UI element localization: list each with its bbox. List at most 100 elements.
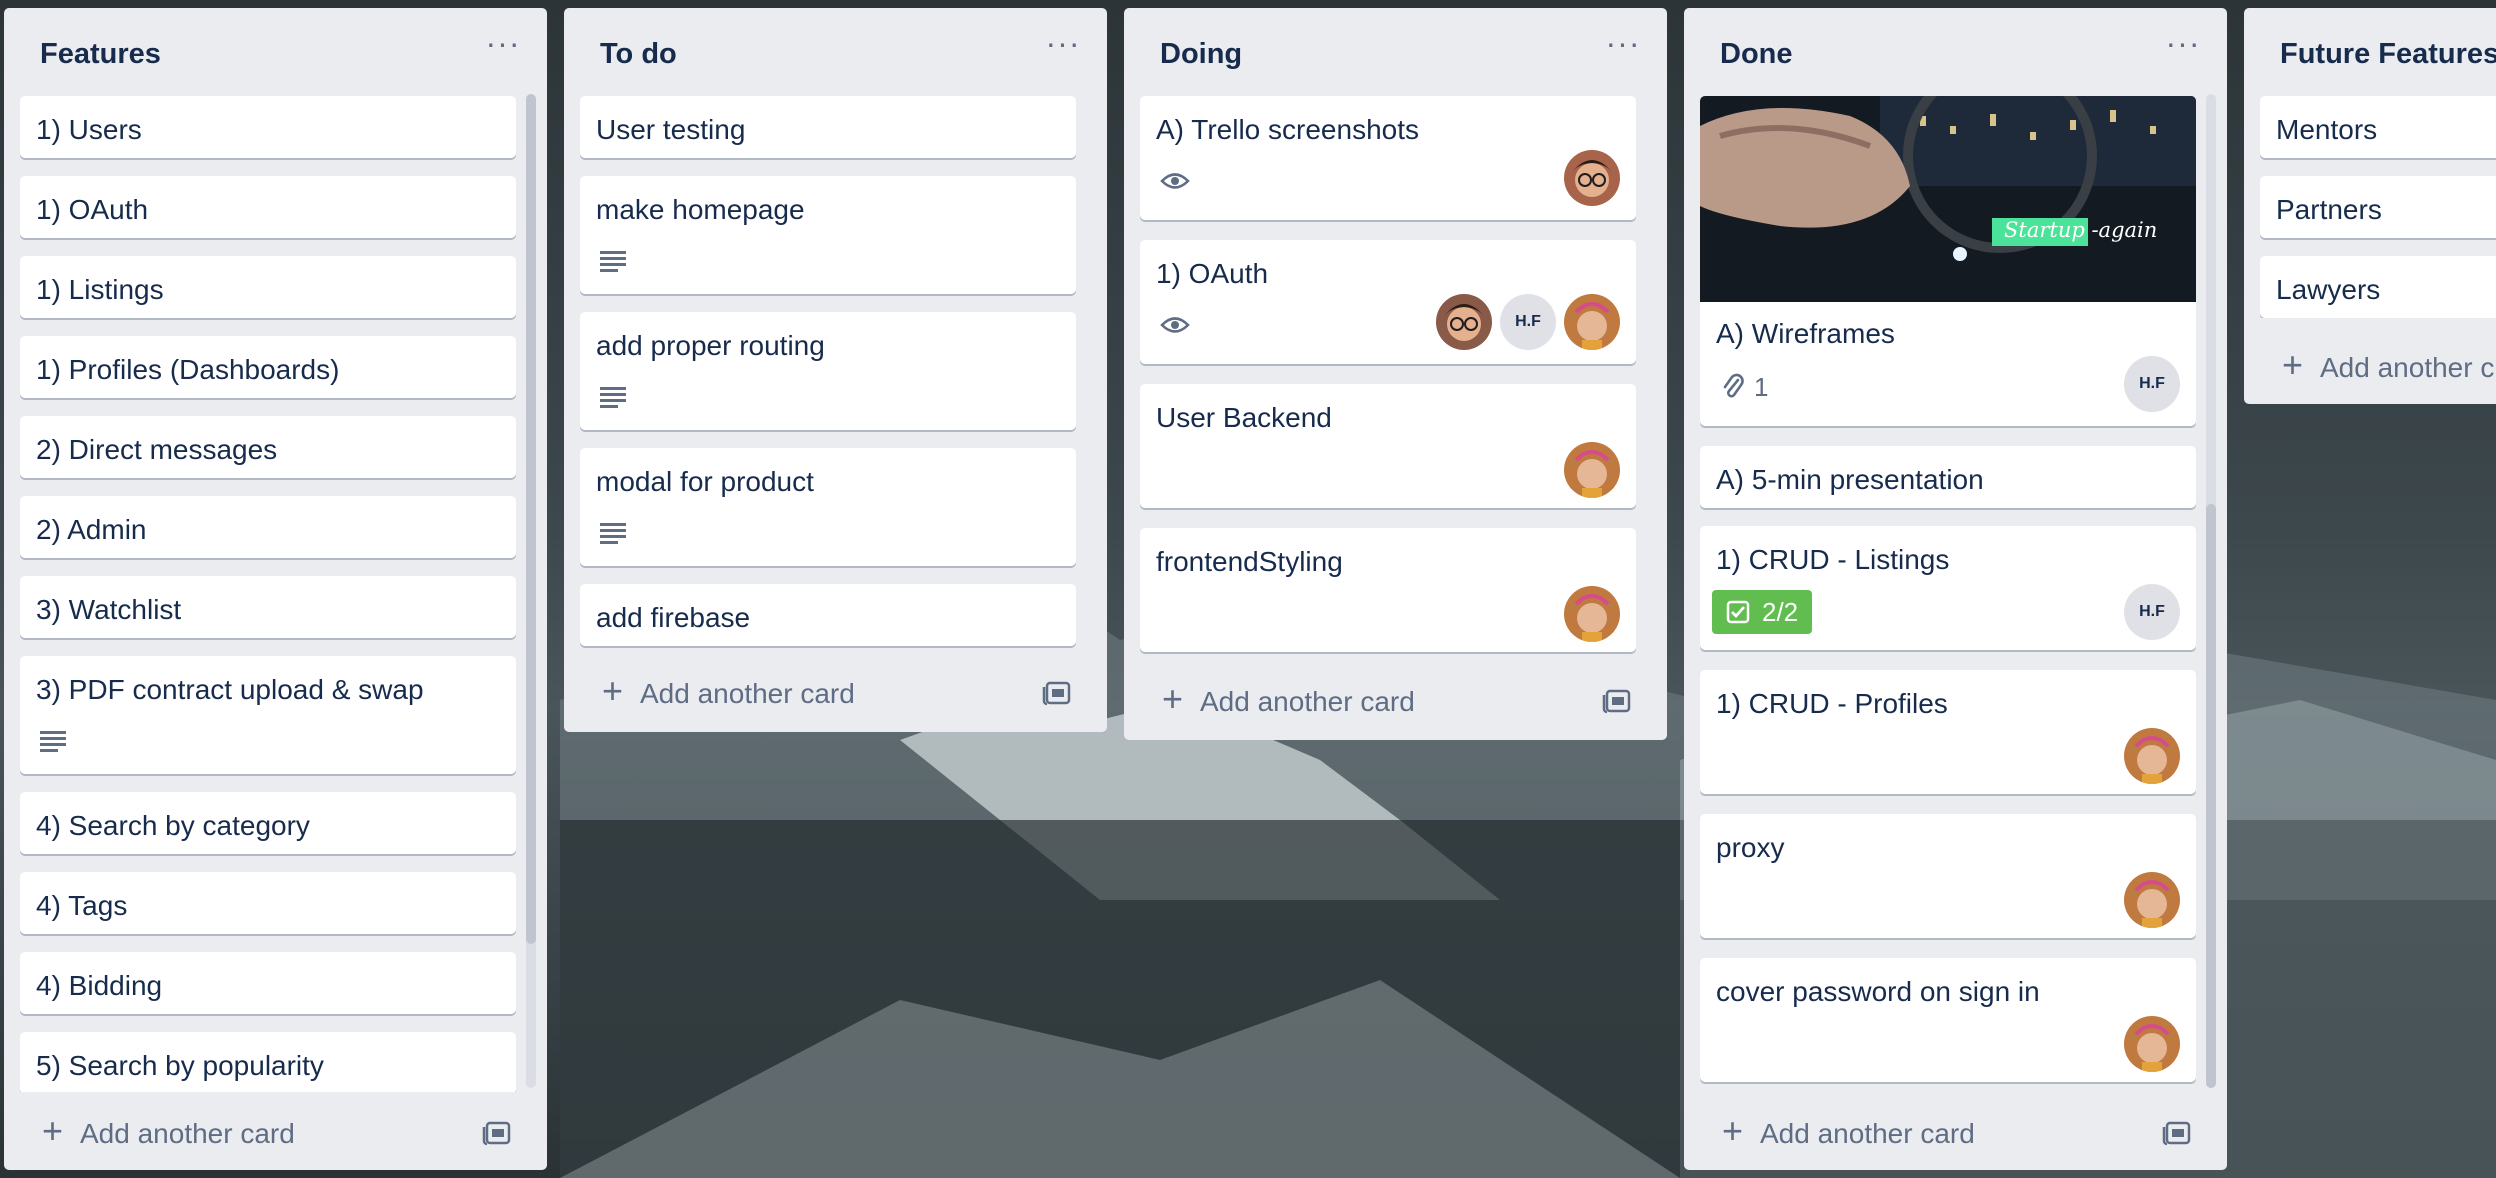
menu-dots-icon[interactable]: ···	[1041, 27, 1085, 72]
list-done: Done ··· Startup -again A) Wireframes 1 …	[1684, 8, 2227, 1170]
avatar[interactable]	[1436, 294, 1492, 350]
card[interactable]: A) 5-min presentation	[1700, 446, 2196, 508]
plus-icon: +	[602, 670, 624, 711]
card[interactable]: Mentors	[2260, 96, 2496, 158]
attachment-count: 1	[1754, 372, 1769, 402]
template-icon[interactable]	[482, 1118, 512, 1146]
list-title[interactable]: To do	[600, 38, 677, 71]
card[interactable]: add firebase	[580, 584, 1076, 646]
menu-dots-icon[interactable]: ···	[481, 27, 525, 72]
card-title: 1) CRUD - Profiles	[1716, 688, 1948, 719]
list-header: Doing ···	[1124, 8, 1667, 86]
avatar[interactable]	[1564, 150, 1620, 206]
avatar-initials[interactable]: H.F	[1500, 294, 1556, 350]
card[interactable]: modal for product	[580, 448, 1076, 566]
card[interactable]: proxy	[1700, 814, 2196, 938]
card-title: A) Trello screenshots	[1156, 114, 1419, 145]
card-title: 1) Profiles (Dashboards)	[36, 354, 340, 385]
list-to-do: To do ··· User testing make homepage add…	[564, 8, 1107, 732]
card[interactable]: cover password on sign in	[1700, 958, 2196, 1082]
card-title: 5) Search by popularity	[36, 1050, 324, 1081]
description-icon	[600, 387, 626, 408]
card[interactable]: 1) Profiles (Dashboards)	[20, 336, 516, 398]
avatar[interactable]	[1564, 294, 1620, 350]
list-doing: Doing ··· A) Trello screenshots 1) OAuth…	[1124, 8, 1667, 740]
attachment-icon	[1723, 373, 1744, 398]
card-title: make homepage	[596, 194, 805, 225]
avatar[interactable]	[2124, 728, 2180, 784]
card-list: 1) Users 1) OAuth 1) Listings 1) Profile…	[4, 88, 547, 1092]
card[interactable]: 1) OAuth	[20, 176, 516, 238]
add-card-label: Add another card	[1200, 686, 1415, 717]
card[interactable]: 2) Direct messages	[20, 416, 516, 478]
card[interactable]: 1) Users	[20, 96, 516, 158]
card-cover-image: Startup -again	[1700, 96, 2196, 302]
add-card-button[interactable]: + Add another card	[1140, 672, 1636, 726]
card[interactable]: 1) Listings	[20, 256, 516, 318]
card[interactable]: 4) Bidding	[20, 952, 516, 1014]
template-icon[interactable]	[1602, 686, 1632, 714]
description-icon	[600, 251, 626, 272]
card[interactable]: A) Trello screenshots	[1140, 96, 1636, 220]
card[interactable]: User Backend	[1140, 384, 1636, 508]
card[interactable]: 3) Watchlist	[20, 576, 516, 638]
card-list: A) Trello screenshots 1) OAuth H.F User …	[1124, 88, 1667, 662]
add-card-button[interactable]: + Add another card	[1700, 1104, 2196, 1158]
card[interactable]: make homepage	[580, 176, 1076, 294]
add-card-label: Add another card	[640, 678, 855, 709]
card[interactable]: 1) CRUD - Profiles	[1700, 670, 2196, 794]
card-title: 4) Tags	[36, 890, 128, 921]
card-title: add firebase	[596, 602, 751, 633]
card-title: 4) Search by category	[36, 810, 310, 841]
avatar-initials[interactable]: H.F	[2124, 584, 2180, 640]
card[interactable]: Partners	[2260, 176, 2496, 238]
list-header: Future Features	[2244, 8, 2496, 86]
card-title: 3) Watchlist	[36, 594, 182, 625]
card[interactable]: User testing	[580, 96, 1076, 158]
avatar[interactable]	[2124, 1016, 2180, 1072]
card[interactable]: 4) Tags	[20, 872, 516, 934]
template-icon[interactable]	[1042, 678, 1072, 706]
card-title: User testing	[596, 114, 746, 145]
list-title[interactable]: Doing	[1160, 38, 1242, 71]
card[interactable]: 3) PDF contract upload & swap	[20, 656, 516, 774]
card-title: 3) PDF contract upload & swap	[36, 674, 424, 705]
add-card-label: Add another card	[80, 1118, 295, 1149]
list-title[interactable]: Done	[1720, 38, 1793, 71]
add-card-label: Add another c	[2320, 352, 2495, 383]
list-header: To do ···	[564, 8, 1107, 86]
eye-icon	[1160, 317, 1190, 333]
card[interactable]: Lawyers	[2260, 256, 2496, 318]
avatar[interactable]	[1564, 586, 1620, 642]
card-title: 4) Bidding	[36, 970, 163, 1001]
add-card-button[interactable]: + Add another card	[20, 1104, 516, 1158]
card[interactable]: 5) Search by popularity	[20, 1032, 516, 1092]
add-card-button[interactable]: + Add another card	[580, 664, 1076, 718]
card-title: frontendStyling	[1156, 546, 1343, 577]
card-title: 1) CRUD - Listings	[1716, 544, 1950, 575]
template-icon[interactable]	[2162, 1118, 2192, 1146]
card[interactable]: Startup -again A) Wireframes 1 H.F	[1700, 96, 2196, 426]
avatar-initials[interactable]: H.F	[2124, 356, 2180, 412]
avatar[interactable]	[2124, 872, 2180, 928]
checklist-icon	[1726, 600, 1750, 624]
card-list: User testing make homepage add proper ro…	[564, 88, 1107, 654]
menu-dots-icon[interactable]: ···	[2161, 27, 2205, 72]
checklist-badge: 2/2	[1712, 590, 1813, 634]
plus-icon: +	[1162, 678, 1184, 719]
list-title[interactable]: Future Features	[2280, 38, 2496, 71]
card-title: 1) OAuth	[1156, 258, 1269, 289]
add-card-label: Add another card	[1760, 1118, 1975, 1149]
card[interactable]: frontendStyling	[1140, 528, 1636, 652]
card[interactable]: 1) OAuth H.F	[1140, 240, 1636, 364]
card[interactable]: add proper routing	[580, 312, 1076, 430]
card-title: cover password on sign in	[1716, 976, 2040, 1007]
card[interactable]: 4) Search by category	[20, 792, 516, 854]
add-card-button[interactable]: + Add another c	[2260, 338, 2496, 392]
card[interactable]: 1) CRUD - Listings 2/2 H.F	[1700, 526, 2196, 650]
avatar[interactable]	[1564, 442, 1620, 498]
card-title: modal for product	[596, 466, 814, 497]
card[interactable]: 2) Admin	[20, 496, 516, 558]
list-title[interactable]: Features	[40, 38, 161, 71]
menu-dots-icon[interactable]: ···	[1601, 27, 1645, 72]
